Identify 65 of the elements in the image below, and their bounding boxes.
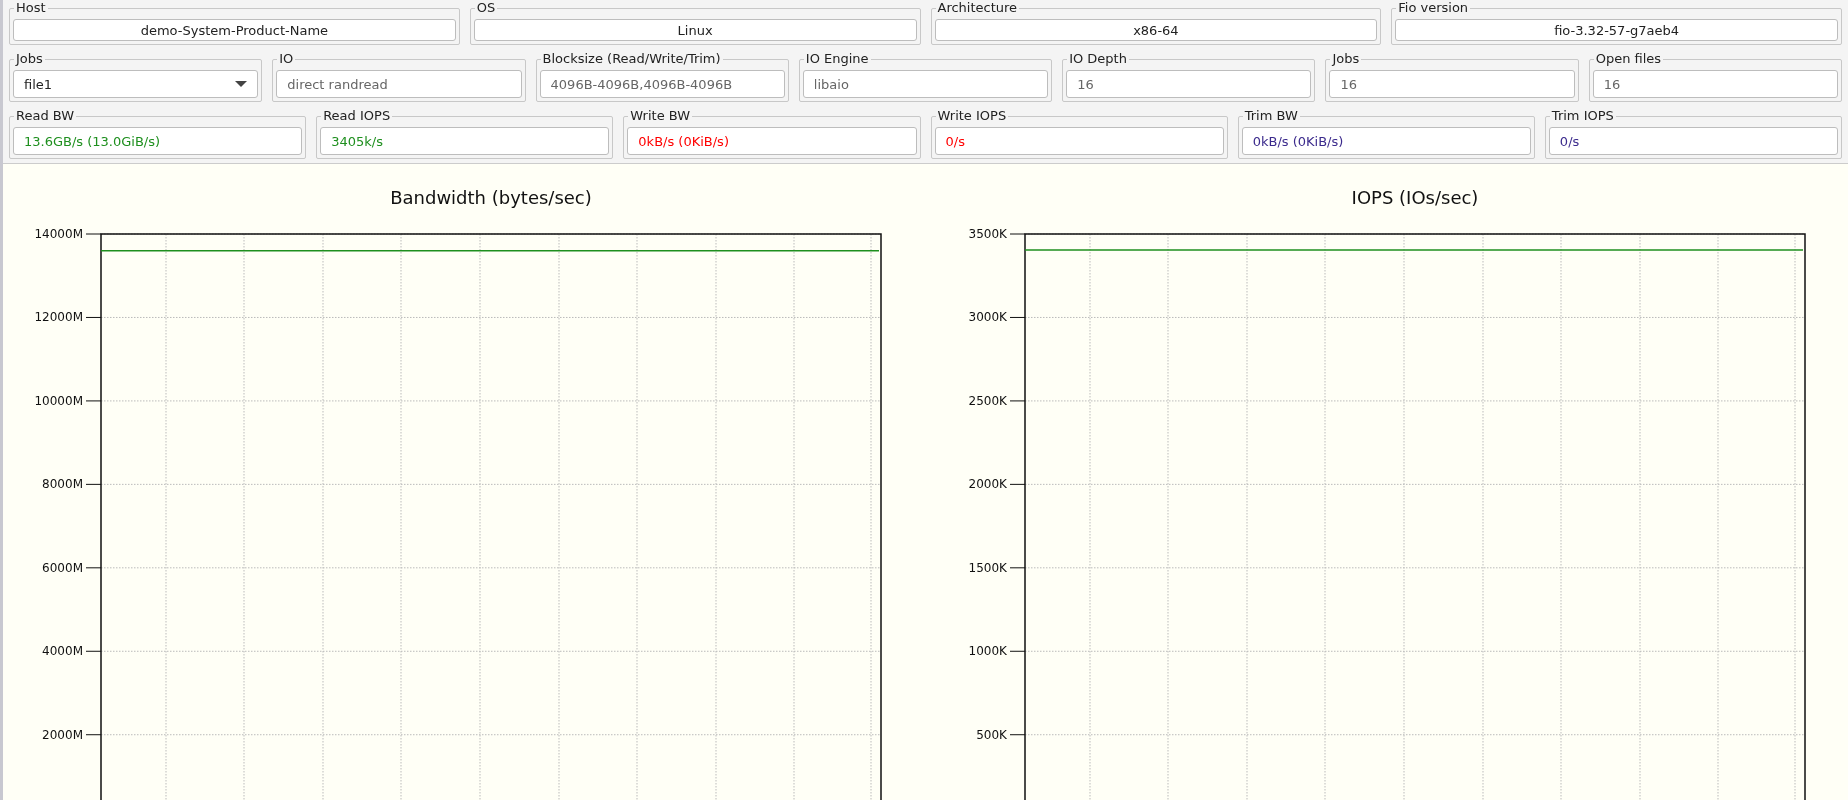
chart-title: IOPS (IOs/sec) [1351, 187, 1479, 208]
tick-mark [85, 650, 102, 652]
stat-field: 0/s [934, 127, 1224, 155]
info-field: fio-3.32-57-g7aeb4 [1395, 19, 1838, 41]
group-label: IO [277, 51, 296, 66]
caret-icon [235, 80, 248, 88]
tick-mark [1009, 233, 1026, 235]
axis-label: 8000M [42, 477, 83, 492]
axis-label: 2000M [42, 727, 83, 742]
group-label: Open files [1593, 51, 1664, 66]
group-label: Host [14, 0, 48, 15]
axis-label: 3500K [968, 227, 1007, 241]
chart-title: Bandwidth (bytes/sec) [390, 187, 592, 208]
axis-label: 4000M [42, 644, 83, 659]
info-field: Linux [473, 19, 917, 41]
axis-label: 2000K [968, 477, 1007, 492]
group-label: Trim BW [1242, 108, 1300, 123]
tick-mark [1009, 483, 1026, 485]
group-label: Trim IOPS [1549, 108, 1616, 123]
info-field: demo-System-Product-Name [13, 19, 456, 41]
tick-mark [1009, 400, 1026, 402]
config-field: 16 [1592, 70, 1838, 98]
axis-label: 1500K [968, 560, 1007, 575]
tick-mark [85, 233, 102, 235]
config-field: 4096B-4096B,4096B-4096B [539, 70, 785, 98]
config-field: libaio [802, 70, 1049, 98]
config-field: 16 [1329, 70, 1575, 98]
axis-label: 3000K [968, 310, 1007, 325]
group-label: Blocksize (Read/Write/Trim) [540, 51, 723, 66]
group-label: Architecture [935, 0, 1020, 15]
group-label: Write IOPS [935, 108, 1009, 123]
tick-mark [1009, 650, 1026, 652]
tick-mark [85, 316, 102, 318]
axis-label: 500K [976, 727, 1007, 742]
axis-label: 1000K [968, 644, 1007, 659]
axis-label: 10000M [34, 393, 83, 408]
group-label: IO Depth [1067, 51, 1129, 66]
tick-mark [1009, 316, 1026, 318]
axis-label: 2500K [968, 393, 1007, 408]
stat-field: 13.6GB/s (13.0GiB/s) [13, 127, 303, 155]
group-label: Jobs [14, 51, 45, 66]
stat-field: 0kB/s (0KiB/s) [627, 127, 917, 155]
tick-mark [85, 567, 102, 569]
group-label: Fio version [1396, 0, 1471, 15]
stat-field: 0/s [1548, 127, 1839, 155]
group-label: IO Engine [803, 51, 871, 66]
info-field: x86-64 [934, 19, 1378, 41]
stat-field: 0kB/s (0KiB/s) [1241, 127, 1531, 155]
group-label: Write BW [628, 108, 693, 123]
group-label: Jobs [1330, 51, 1362, 66]
tick-mark [1009, 567, 1026, 569]
stat-field: 3405k/s [320, 127, 610, 155]
axis-label: 6000M [42, 560, 83, 575]
axis-label: 12000M [34, 310, 83, 325]
jobs-dropdown[interactable]: file1 [13, 70, 259, 98]
tick-mark [85, 483, 102, 485]
group-label: OS [474, 0, 498, 15]
config-field: 16 [1066, 70, 1312, 98]
config-field: direct randread [276, 70, 522, 98]
tick-mark [1009, 734, 1026, 736]
tick-mark [85, 400, 102, 402]
axis-label: 14000M [34, 227, 83, 241]
group-label: Read BW [14, 108, 77, 123]
group-label: Read IOPS [321, 108, 393, 123]
tick-mark [85, 734, 102, 736]
